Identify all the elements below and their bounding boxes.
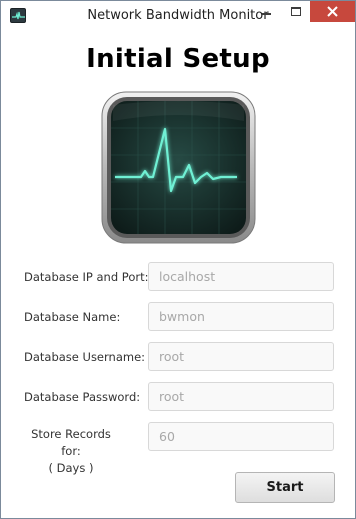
setup-window: Network Bandwidth Monitor Initial Setup bbox=[0, 0, 356, 519]
db-ip-port-label: Database IP and Port: bbox=[24, 270, 149, 284]
db-password-field[interactable]: root bbox=[148, 382, 334, 411]
db-password-label: Database Password: bbox=[24, 390, 141, 404]
maximize-icon bbox=[291, 7, 301, 16]
db-name-label: Database Name: bbox=[24, 310, 121, 324]
minimize-button[interactable] bbox=[254, 1, 279, 22]
close-button[interactable] bbox=[310, 1, 355, 22]
store-records-label-line2: ( Days ) bbox=[48, 461, 94, 475]
db-ip-port-field[interactable]: localhost bbox=[148, 262, 334, 291]
page-title: Initial Setup bbox=[86, 44, 270, 74]
heartbeat-monitor-icon bbox=[101, 91, 256, 244]
db-name-field[interactable]: bwmon bbox=[148, 302, 334, 331]
store-records-label: Store Records for: ( Days ) bbox=[23, 426, 119, 477]
store-records-field[interactable]: 60 bbox=[148, 422, 334, 451]
db-username-label: Database Username: bbox=[24, 350, 146, 364]
store-records-label-line1: Store Records for: bbox=[31, 427, 111, 458]
db-username-field[interactable]: root bbox=[148, 342, 334, 371]
minimize-icon bbox=[262, 13, 271, 15]
start-button[interactable]: Start bbox=[235, 472, 335, 503]
close-icon bbox=[327, 6, 338, 17]
title-bar[interactable]: Network Bandwidth Monitor bbox=[1, 1, 355, 31]
maximize-button[interactable] bbox=[283, 1, 308, 22]
